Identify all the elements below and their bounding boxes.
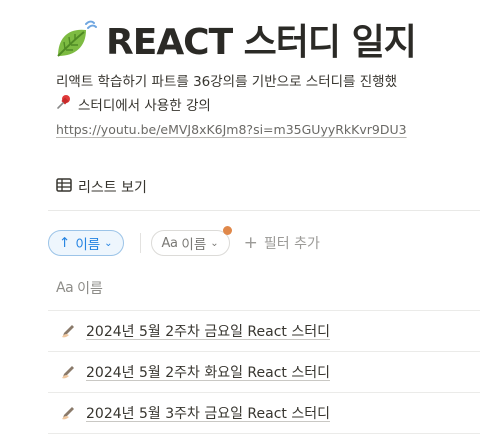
- chevron-down-icon: ⌄: [210, 237, 219, 249]
- row-divider: [48, 433, 480, 434]
- row-divider: [48, 392, 480, 393]
- writing-hand-icon: [60, 364, 76, 380]
- column-header-label: 이름: [77, 281, 103, 297]
- table-row[interactable]: 2024년 5월 2주차 금요일 React 스터디: [60, 320, 330, 342]
- row-title: 2024년 5월 2주차 화요일 React 스터디: [86, 365, 330, 381]
- lecture-line: 스터디에서 사용한 강의: [56, 94, 211, 114]
- page-title-row: REACT 스터디 일지: [52, 14, 417, 64]
- add-filter-button[interactable]: + 필터 추가: [244, 233, 320, 253]
- writing-hand-icon: [60, 405, 76, 421]
- row-divider: [48, 310, 480, 311]
- tab-list-view[interactable]: 리스트 보기: [56, 176, 147, 198]
- tab-list-view-label: 리스트 보기: [78, 180, 147, 196]
- view-divider: [48, 210, 480, 211]
- plus-icon: +: [243, 232, 258, 253]
- lecture-label: 스터디에서 사용한 강의: [78, 98, 211, 114]
- writing-hand-icon: [60, 323, 76, 339]
- leaf-fluttering-in-wind-icon: [52, 16, 98, 62]
- filter-bar: ↑ 이름 ⌄ Aa 이름 ⌄ + 필터 추가: [48, 226, 320, 257]
- text-property-icon: Aa: [56, 280, 74, 296]
- pushpin-icon: [56, 94, 72, 114]
- row-divider: [48, 351, 480, 352]
- table-row[interactable]: 2024년 5월 3주차 금요일 React 스터디: [60, 402, 330, 424]
- table-icon: [56, 178, 72, 196]
- notification-dot: [222, 226, 232, 235]
- page-title: REACT 스터디 일지: [106, 22, 417, 63]
- toolbar-separator: [139, 233, 141, 253]
- page-description: 리액트 학습하기 파트를 36강의를 기반으로 스터디를 진행했: [56, 74, 398, 90]
- property-filter-chip[interactable]: Aa 이름 ⌄: [150, 226, 232, 256]
- lecture-link[interactable]: https://youtu.be/eMVJ8xK6Jm8?si=m35GUyyR…: [56, 122, 407, 137]
- sort-chip-label: 이름: [75, 237, 101, 253]
- text-property-icon: Aa: [161, 235, 178, 251]
- property-filter-label: 이름: [181, 237, 207, 253]
- row-title: 2024년 5월 3주차 금요일 React 스터디: [86, 406, 330, 422]
- arrow-up-icon: ↑: [59, 235, 71, 251]
- add-filter-label: 필터 추가: [263, 236, 320, 252]
- table-row[interactable]: 2024년 5월 2주차 화요일 React 스터디: [60, 361, 330, 383]
- column-header-name[interactable]: Aa 이름: [56, 278, 103, 298]
- chevron-down-icon: ⌄: [104, 237, 113, 249]
- row-title: 2024년 5월 2주차 금요일 React 스터디: [86, 324, 330, 340]
- sort-chip[interactable]: ↑ 이름 ⌄: [48, 230, 124, 256]
